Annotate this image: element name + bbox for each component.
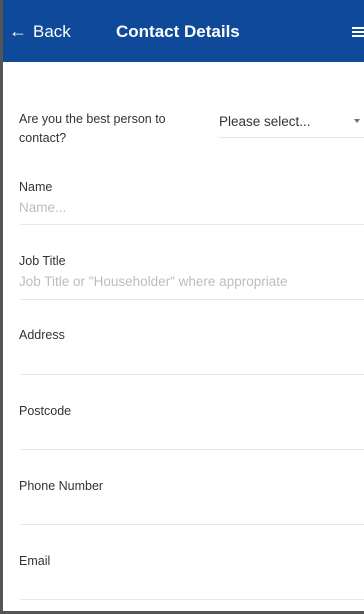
hamburger-menu-icon[interactable] — [352, 25, 364, 37]
email-label: Email — [19, 554, 51, 568]
select-underline — [219, 137, 364, 138]
name-label: Name — [19, 180, 53, 194]
postcode-row: Postcode — [3, 375, 364, 450]
phone-number-label: Phone Number — [19, 479, 104, 493]
back-arrow-icon: ← — [9, 21, 27, 41]
job-title-label: Job Title — [19, 254, 66, 268]
email-row: Email — [3, 525, 364, 600]
phone-number-input[interactable] — [19, 495, 364, 519]
best-person-select[interactable]: Please select... — [219, 102, 364, 138]
phone-number-row: Phone Number — [3, 450, 364, 525]
name-placeholder: Name... — [19, 200, 67, 215]
top-app-bar: ← Back Contact Details — [3, 0, 364, 62]
best-person-selected-value: Please select... — [219, 114, 311, 129]
page-title: Contact Details — [116, 21, 240, 41]
name-input[interactable]: Name... — [19, 197, 364, 221]
best-person-row: Are you the best person to contact? Plea… — [3, 62, 364, 150]
menu-bar-top — [352, 27, 364, 29]
back-button-label: Back — [33, 21, 71, 41]
address-input[interactable] — [19, 345, 364, 369]
job-title-input[interactable]: Job Title or "Householder" where appropr… — [19, 271, 364, 295]
contact-details-form: Are you the best person to contact? Plea… — [3, 62, 364, 611]
postcode-label: Postcode — [19, 404, 72, 418]
name-row: Name Name... — [3, 150, 364, 225]
best-person-label: Are you the best person to contact? — [19, 112, 166, 145]
address-row: Address — [3, 300, 364, 375]
app-frame: ← Back Contact Details Are you the best … — [0, 0, 364, 614]
email-input[interactable] — [19, 570, 364, 594]
address-label: Address — [19, 328, 65, 342]
postcode-input[interactable] — [19, 420, 364, 444]
chevron-down-icon — [354, 119, 360, 123]
email-divider — [20, 599, 364, 600]
job-title-placeholder: Job Title or "Householder" where appropr… — [19, 274, 288, 289]
menu-bar-middle — [352, 31, 364, 33]
back-button[interactable]: ← Back — [9, 0, 71, 62]
job-title-row: Job Title Job Title or "Householder" whe… — [3, 225, 364, 300]
menu-bar-bottom — [352, 35, 364, 37]
